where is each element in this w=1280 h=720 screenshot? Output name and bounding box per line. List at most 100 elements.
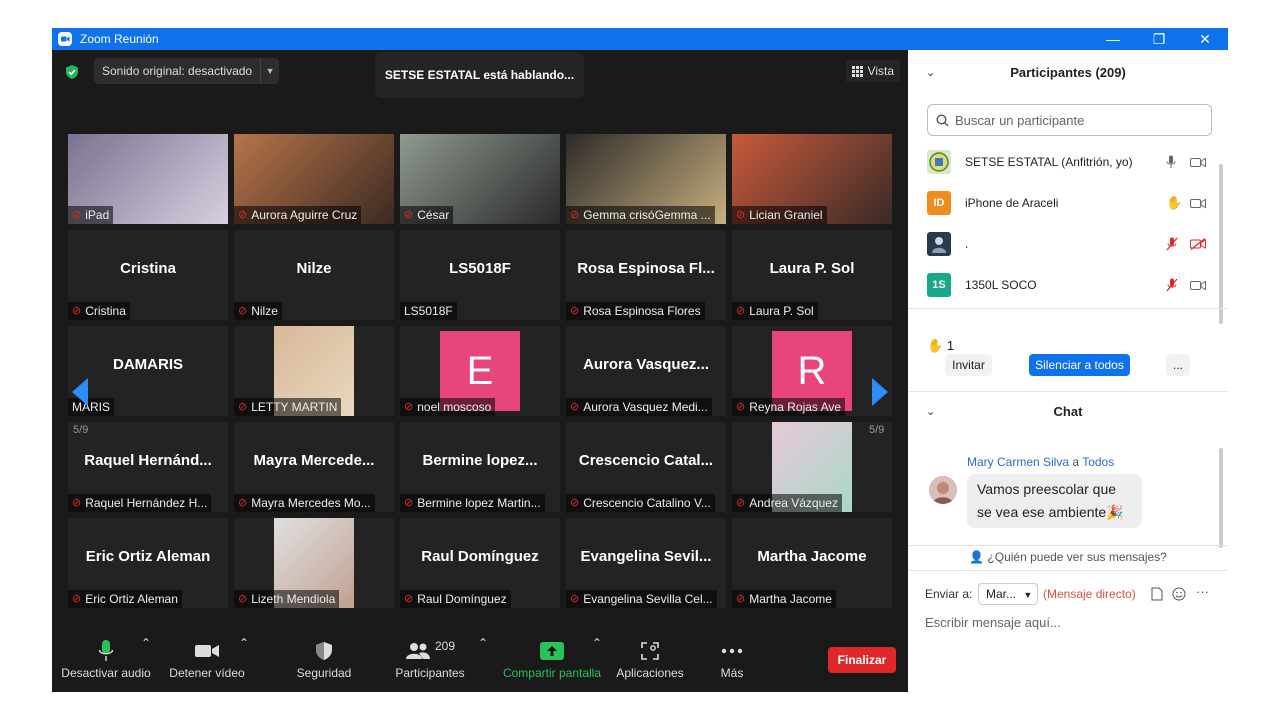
video-tile[interactable]: ⊘ LETTY MARTIN <box>234 326 394 416</box>
share-screen-button[interactable]: Compartir pantalla <box>500 636 604 692</box>
participant-name-text: Nilze <box>251 304 278 318</box>
video-tile[interactable]: Martha Jacome ⊘ Martha Jacome <box>732 518 892 608</box>
video-tile[interactable]: LS5018F LS5018F <box>400 230 560 320</box>
participant-display-name: Aurora Vasquez... <box>583 356 709 373</box>
collapse-chevron-icon[interactable]: ⌄ <box>926 393 935 431</box>
participant-search-input[interactable]: Buscar un participante <box>927 104 1212 136</box>
video-tile[interactable]: Rosa Espinosa Fl... ⊘ Rosa Espinosa Flores <box>566 230 726 320</box>
participant-row[interactable]: ID iPhone de Araceli ✋ <box>908 183 1228 223</box>
participant-name-text: Bermine lopez Martin... <box>417 496 541 510</box>
microphone-icon[interactable] <box>1166 155 1176 169</box>
video-options-chevron-icon[interactable]: ⌃ <box>239 636 249 692</box>
participant-name-text: Evangelina Sevilla Cel... <box>583 592 713 606</box>
mute-audio-button[interactable]: Desactivar audio <box>60 636 152 692</box>
mute-audio-label: Desactivar audio <box>61 666 151 680</box>
message-connector: a <box>1072 455 1080 469</box>
video-tile[interactable]: ⊘ Lician Graniel <box>732 134 892 224</box>
participant-name-text: Lizeth Mendiola <box>251 592 336 606</box>
video-off-icon[interactable] <box>1190 238 1206 250</box>
video-tile[interactable]: Cristina ⊘ Cristina <box>68 230 228 320</box>
chat-scrollbar[interactable] <box>1219 448 1223 548</box>
video-tile[interactable]: Bermine lopez... ⊘ Bermine lopez Martin... <box>400 422 560 512</box>
message-recipient[interactable]: Todos <box>1082 455 1114 469</box>
participant-name-text: Aurora Aguirre Cruz <box>251 208 358 222</box>
muted-microphone-icon[interactable] <box>1166 278 1178 292</box>
participants-button[interactable]: 209 Participantes <box>390 636 470 692</box>
video-tile[interactable]: Mayra Mercede... ⊘ Mayra Mercedes Mo... <box>234 422 394 512</box>
video-camera-icon[interactable] <box>1190 280 1206 291</box>
search-placeholder: Buscar un participante <box>955 112 1085 128</box>
close-button[interactable]: ✕ <box>1182 28 1228 50</box>
video-camera-icon[interactable] <box>1190 198 1206 209</box>
participant-name-label: ⊘ Laura P. Sol <box>732 302 818 320</box>
minimize-button[interactable]: — <box>1090 28 1136 50</box>
file-icon[interactable] <box>1151 587 1163 601</box>
video-tile[interactable]: DAMARIS MARIS <box>68 326 228 416</box>
participant-row[interactable]: . <box>908 224 1228 264</box>
participant-name-text: Cristina <box>85 304 126 318</box>
muted-microphone-icon: ⊘ <box>238 401 248 413</box>
previous-page-arrow-icon[interactable] <box>72 378 88 406</box>
video-tile[interactable]: ⊘ Andrea Vázquez <box>732 422 892 512</box>
muted-microphone-icon: ⊘ <box>404 401 414 413</box>
video-tile[interactable]: ⊘ Aurora Aguirre Cruz <box>234 134 394 224</box>
participant-row[interactable]: 1S 1350L SOCO <box>908 265 1228 305</box>
participant-name-text: Lician Graniel <box>749 208 823 222</box>
video-tile[interactable]: Raquel Hernánd... ⊘ Raquel Hernández H... <box>68 422 228 512</box>
participant-name: SETSE ESTATAL (Anfitrión, yo) <box>965 155 1133 169</box>
video-tile[interactable]: R ⊘ Reyna Rojas Ave <box>732 326 892 416</box>
organization-logo-icon <box>929 152 949 172</box>
muted-microphone-icon[interactable] <box>1166 237 1178 251</box>
video-tile[interactable]: Crescencio Catal... ⊘ Crescencio Catalino … <box>566 422 726 512</box>
video-camera-icon[interactable] <box>1190 157 1206 168</box>
more-dots-icon <box>721 648 743 654</box>
video-tile[interactable]: Eric Ortiz Aleman ⊘ Eric Ortiz Aleman <box>68 518 228 608</box>
next-page-arrow-icon[interactable] <box>872 378 888 406</box>
stop-video-button[interactable]: Detener vídeo <box>164 636 250 692</box>
security-button[interactable]: Seguridad <box>288 636 360 692</box>
security-label: Seguridad <box>296 666 352 680</box>
message-visibility-info[interactable]: 👤 ¿Quién puede ver sus mensajes? <box>908 550 1228 564</box>
participant-display-name: Raul Domínguez <box>421 548 539 565</box>
participants-scrollbar[interactable] <box>1219 164 1223 324</box>
more-button[interactable]: Más <box>708 636 756 692</box>
share-options-chevron-icon[interactable]: ⌃ <box>592 636 602 692</box>
chat-message-input[interactable]: Escribir mensaje aquí... <box>925 615 1061 630</box>
message-sender[interactable]: Mary Carmen Silva <box>967 455 1069 469</box>
video-tile[interactable]: E ⊘ noel moscoso <box>400 326 560 416</box>
video-tile[interactable]: ⊘ iPad <box>68 134 228 224</box>
emoji-icon[interactable] <box>1172 587 1186 601</box>
raised-hand-icon: ✋ <box>1166 195 1183 210</box>
participants-icon <box>405 643 430 659</box>
recipient-select[interactable]: Mar... ▼ <box>978 583 1038 605</box>
participant-name-text: Aurora Vasquez Medi... <box>583 400 708 414</box>
participant-name-label: ⊘ Bermine lopez Martin... <box>400 494 545 512</box>
end-meeting-button[interactable]: Finalizar <box>828 647 896 673</box>
video-tile[interactable]: Nilze ⊘ Nilze <box>234 230 394 320</box>
restore-button[interactable]: ❐ <box>1136 28 1182 50</box>
video-tile[interactable]: ⊘ César <box>400 134 560 224</box>
video-tile[interactable]: Aurora Vasquez... ⊘ Aurora Vasquez Medi... <box>566 326 726 416</box>
video-tile[interactable]: Raul Domínguez ⊘ Raul Domínguez <box>400 518 560 608</box>
participants-more-button[interactable]: ... <box>1166 354 1190 376</box>
chevron-down-icon[interactable]: ▼ <box>261 66 279 76</box>
participant-name-text: Eric Ortiz Aleman <box>85 592 178 606</box>
video-tile[interactable]: Evangelina Sevil... ⊘ Evangelina Sevilla C… <box>566 518 726 608</box>
participant-row[interactable]: SETSE ESTATAL (Anfitrión, yo) <box>908 142 1228 182</box>
audio-options-chevron-icon[interactable]: ⌃ <box>141 636 151 692</box>
encryption-shield-icon[interactable] <box>64 64 80 80</box>
participant-name-label: ⊘ Martha Jacome <box>732 590 836 608</box>
mute-all-button[interactable]: Silenciar a todos <box>1029 354 1130 376</box>
video-tile[interactable]: Laura P. Sol ⊘ Laura P. Sol <box>732 230 892 320</box>
video-tile[interactable]: ⊘ Gemma crisóGemma ... <box>566 134 726 224</box>
view-button[interactable]: Vista <box>845 60 900 82</box>
apps-button[interactable]: Aplicaciones <box>612 636 688 692</box>
invite-button[interactable]: Invitar <box>945 354 992 376</box>
collapse-chevron-icon[interactable]: ⌄ <box>926 50 935 96</box>
participant-name-text: Rosa Espinosa Flores <box>583 304 701 318</box>
chat-more-icon[interactable]: ··· <box>1196 584 1209 599</box>
original-sound-toggle[interactable]: Sonido original: desactivado ▼ <box>94 58 280 84</box>
original-sound-label: Sonido original: desactivado <box>94 58 262 84</box>
participants-options-chevron-icon[interactable]: ⌃ <box>478 636 488 692</box>
video-tile[interactable]: ⊘ Lizeth Mendiola <box>234 518 394 608</box>
